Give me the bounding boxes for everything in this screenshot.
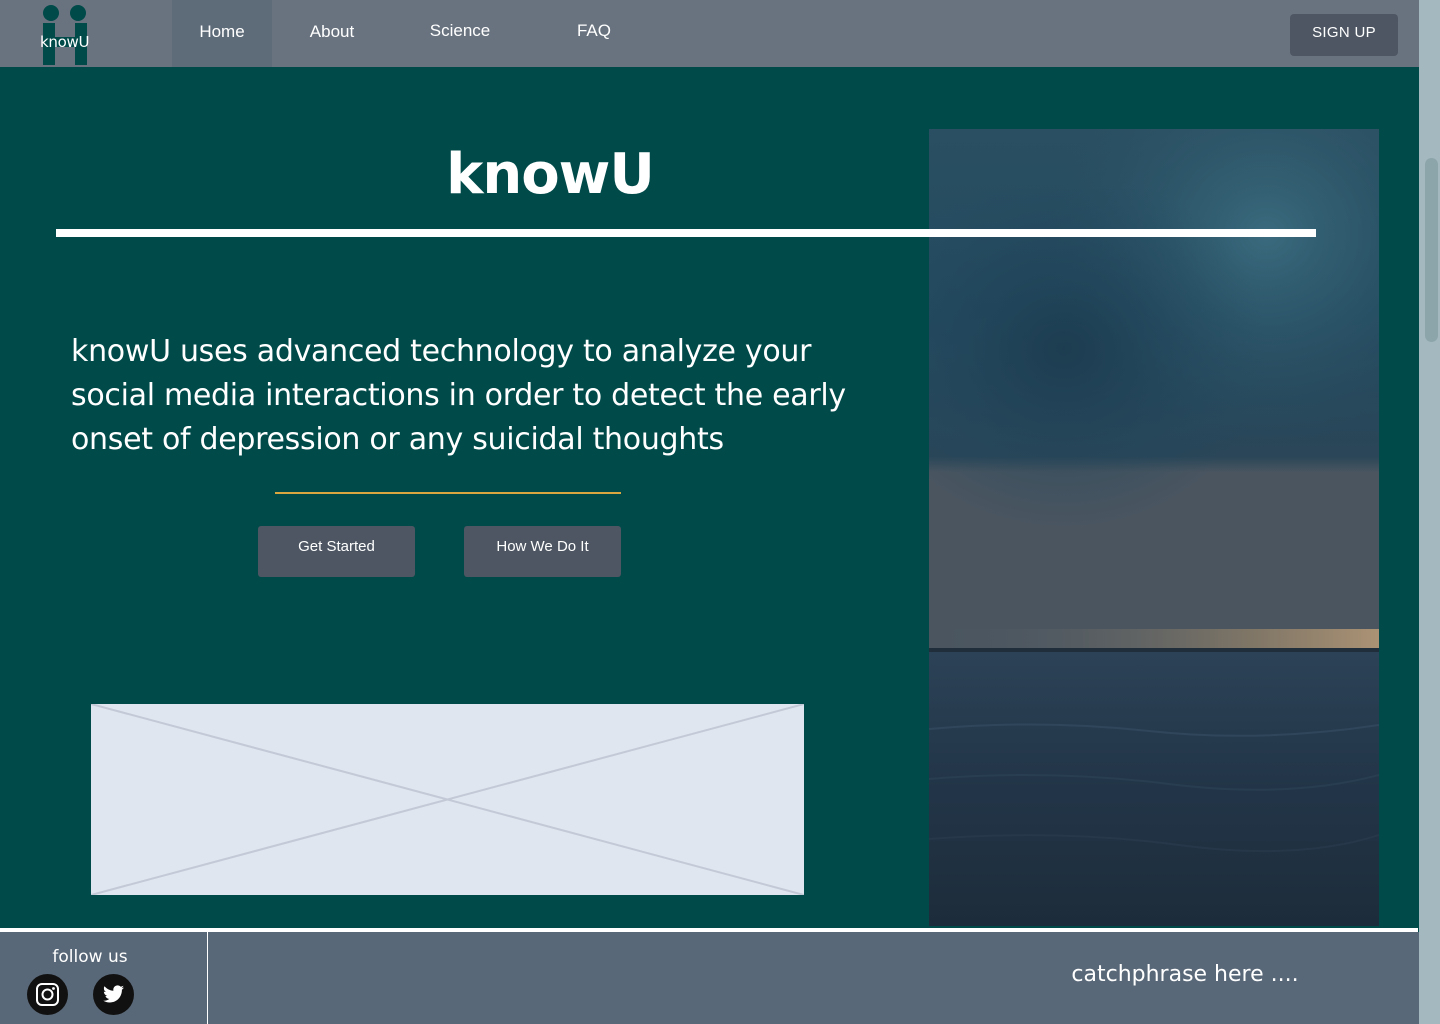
signup-button[interactable]: SIGN UP (1290, 14, 1398, 56)
nav-faq-label: FAQ (576, 21, 611, 40)
image-placeholder (91, 704, 804, 895)
hero-title: knowU (446, 142, 655, 207)
twitter-icon[interactable] (93, 974, 134, 1015)
logo[interactable]: knowU (38, 3, 92, 65)
nav-about-label: About (309, 22, 355, 41)
nav-home[interactable]: Home (172, 0, 272, 67)
follow-us-label: follow us (52, 947, 128, 967)
nav-science-label: Science (429, 21, 491, 40)
footer-vertical-divider (207, 932, 208, 1024)
nav-home-label: Home (199, 22, 245, 41)
how-we-do-it-button[interactable]: How We Do It (464, 526, 621, 577)
nav-about[interactable]: About (292, 0, 372, 67)
navbar: knowU Home About Science FAQ SIGN UP (0, 0, 1419, 67)
catchphrase: catchphrase here .... (1071, 962, 1299, 987)
instagram-icon[interactable] (27, 974, 68, 1015)
title-divider (56, 229, 1316, 237)
logo-text: knowU (40, 33, 90, 51)
accent-divider (275, 492, 621, 494)
hero-sea-image (929, 129, 1379, 926)
get-started-button[interactable]: Get Started (258, 526, 415, 577)
hero-description: knowU uses advanced technology to analyz… (71, 334, 846, 457)
scrollbar-thumb[interactable] (1425, 158, 1438, 342)
nav-science[interactable]: Science (410, 0, 510, 67)
nav-faq[interactable]: FAQ (555, 0, 633, 67)
scrollbar-track[interactable] (1419, 0, 1440, 1024)
